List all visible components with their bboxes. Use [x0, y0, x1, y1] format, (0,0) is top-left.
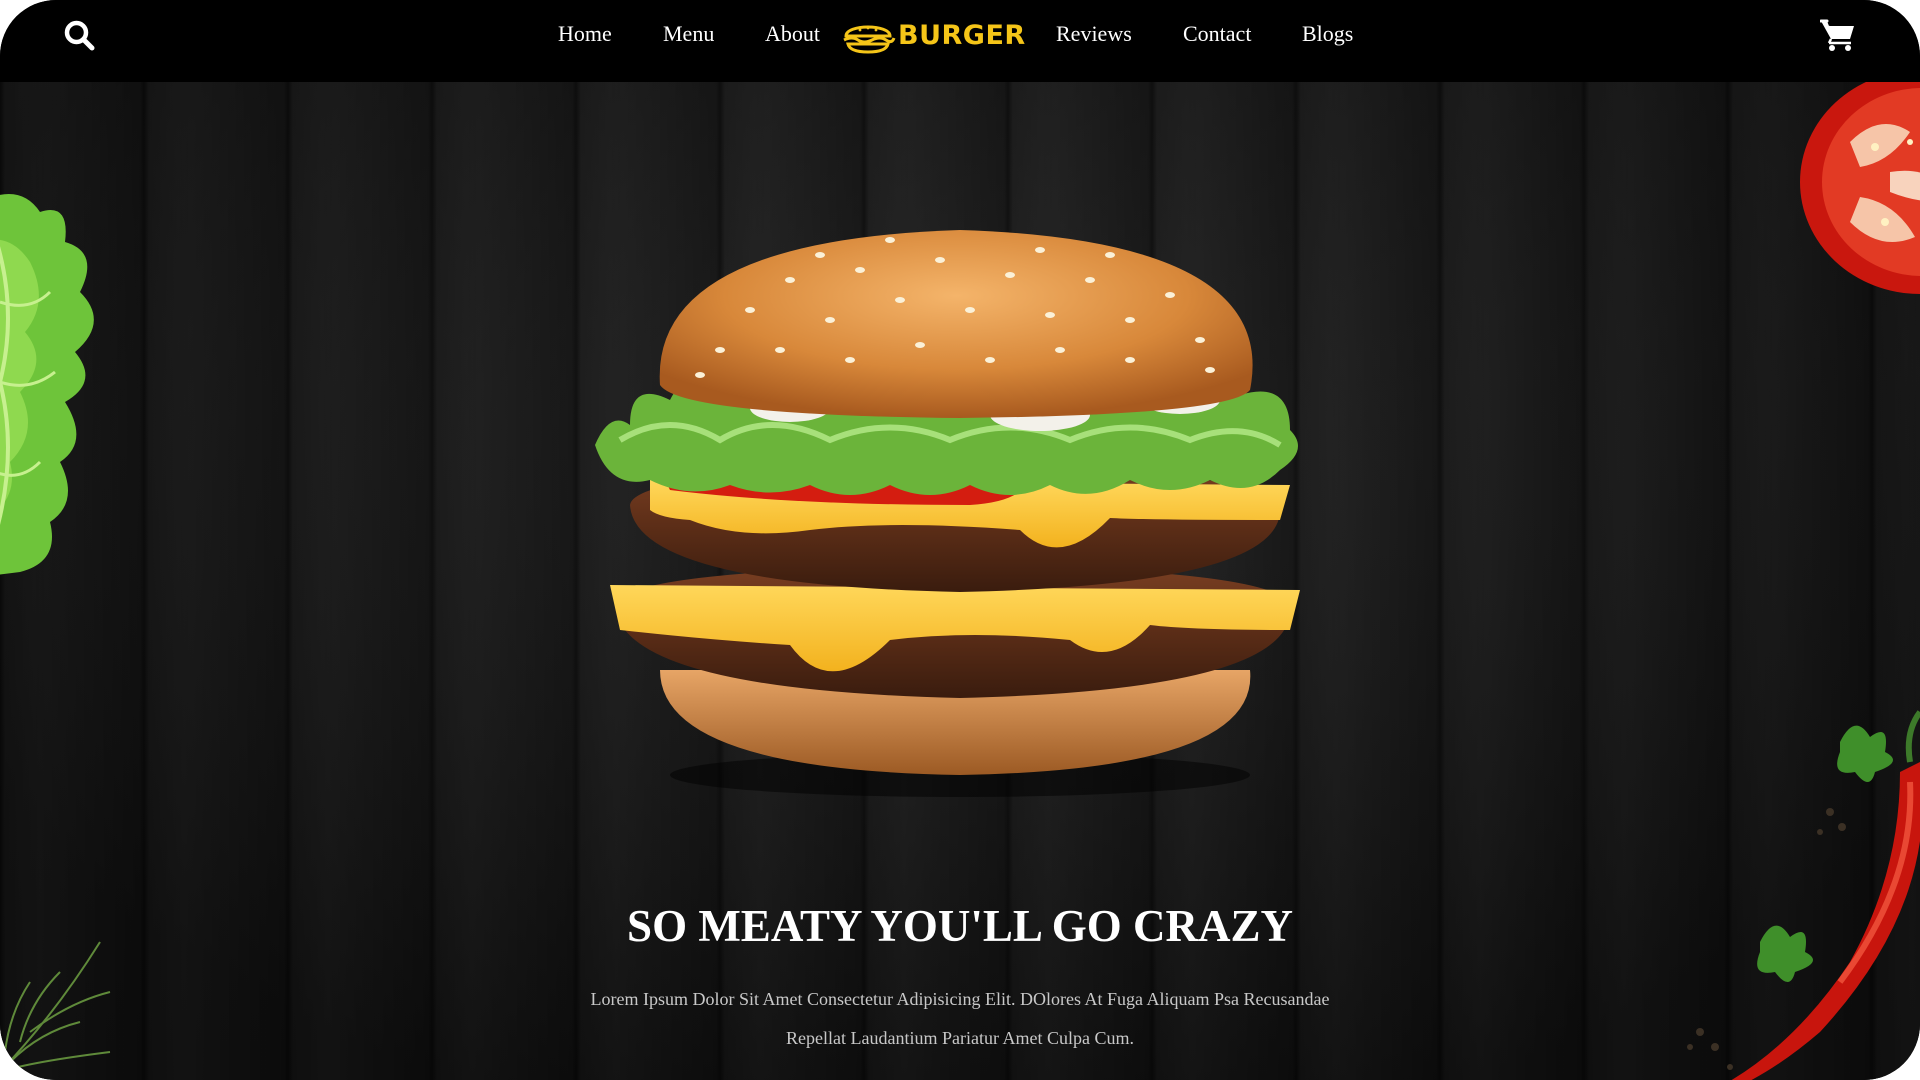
shopping-cart-icon[interactable] — [1820, 18, 1856, 52]
nav-link-contact[interactable]: Contact — [1183, 20, 1251, 48]
nav-link-blogs[interactable]: Blogs — [1302, 20, 1353, 48]
logo-text: BURGER — [898, 20, 1026, 51]
lettuce-garnish-image — [0, 194, 94, 575]
nav-link-about[interactable]: About — [765, 20, 820, 48]
chili-pepper-image — [1687, 710, 1920, 1080]
hero-description: Lorem Ipsum Dolor Sit Amet Consectetur A… — [520, 980, 1400, 1058]
hero-section: SO MEATY YOU'LL GO CRAZY Lorem Ipsum Dol… — [0, 72, 1920, 1080]
nav-link-menu[interactable]: Menu — [663, 20, 714, 48]
search-icon[interactable] — [62, 18, 98, 54]
hero-headline: SO MEATY YOU'LL GO CRAZY — [627, 901, 1293, 951]
burger-hero-image — [595, 230, 1300, 797]
hero-description-line-2: Repellat Laudantium Pariatur Amet Culpa … — [786, 1028, 1134, 1048]
nav-link-reviews[interactable]: Reviews — [1056, 20, 1132, 48]
navbar: Home Menu About BURGER Reviews Contact B… — [0, 0, 1920, 82]
tomato-slice-image — [1800, 72, 1920, 294]
burger-logo-icon — [843, 25, 896, 54]
brand-logo[interactable]: BURGER — [840, 16, 1025, 56]
hero-description-line-1: Lorem Ipsum Dolor Sit Amet Consectetur A… — [590, 989, 1330, 1009]
page-frame: Home Menu About BURGER Reviews Contact B… — [0, 0, 1920, 1080]
nav-link-home[interactable]: Home — [558, 20, 612, 48]
